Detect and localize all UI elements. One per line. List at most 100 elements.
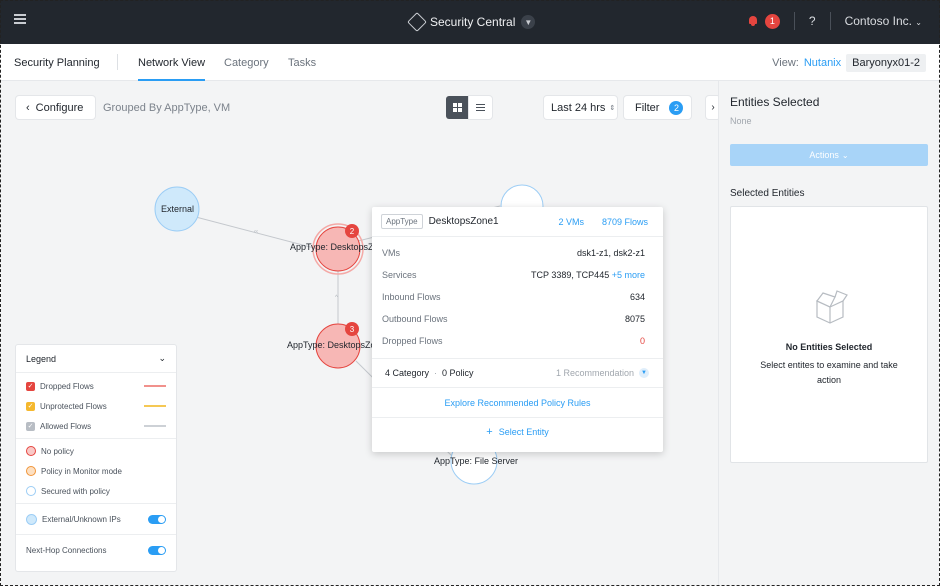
row-label: Dropped Flows: [382, 336, 443, 346]
chevron-left-icon: ‹: [26, 101, 30, 114]
legend-label: Secured with policy: [41, 486, 110, 496]
filter-label: Filter: [635, 101, 660, 114]
grouped-by-text: Grouped By AppType, VM: [103, 102, 231, 114]
legend-header[interactable]: Legend ⌄: [16, 345, 176, 373]
legend-title: Legend: [26, 353, 57, 364]
dot-separator: ·: [434, 368, 438, 378]
tab-category[interactable]: Category: [224, 57, 269, 69]
menu-icon[interactable]: [14, 14, 26, 24]
time-range-value: Last 24 hrs: [551, 101, 606, 114]
vm-count-link[interactable]: 2 VMs: [558, 217, 584, 227]
legend-label: Policy in Monitor mode: [41, 466, 122, 476]
legend-label: External/Unknown IPs: [42, 514, 121, 524]
popover-summary: 4 Category · 0 Policy 1 Recommendation ▼: [372, 358, 663, 388]
flow-count-link[interactable]: 8709 Flows: [602, 217, 648, 227]
account-menu[interactable]: Contoso Inc. ⌄: [845, 14, 922, 28]
divider: [16, 534, 176, 535]
legend-label: No policy: [41, 446, 74, 456]
chevron-down-icon: ▼: [521, 15, 536, 29]
legend-label: Allowed Flows: [40, 421, 92, 431]
list-view-button[interactable]: [469, 96, 492, 119]
divider: [793, 12, 795, 30]
row-value: 0: [639, 336, 645, 346]
popover-row-vms: VMs dsk1-z1, dsk2-z1: [372, 242, 663, 264]
checkbox-checked-icon[interactable]: ✓: [26, 381, 35, 391]
select-entity-button[interactable]: + Select Entity: [372, 417, 663, 446]
legend-item-unprotected[interactable]: ✓ Unprotected Flows: [16, 396, 176, 416]
bell-icon[interactable]: [747, 15, 759, 27]
row-value: 634: [629, 292, 645, 302]
account-name: Contoso Inc.: [844, 14, 912, 28]
actions-button[interactable]: Actions ⌄: [730, 144, 928, 166]
row-label: Inbound Flows: [382, 292, 441, 302]
view-toggle: [446, 96, 493, 119]
plus-icon: +: [486, 426, 493, 438]
explore-policy-rules-link[interactable]: Explore Recommended Policy Rules: [372, 388, 663, 417]
row-value: 8075: [624, 314, 645, 324]
nexthop-toggle[interactable]: [148, 545, 166, 555]
chevron-down-icon: ⌄: [915, 18, 922, 27]
empty-state-title: No Entities Selected: [785, 342, 873, 352]
tab-network-view[interactable]: Network View: [138, 57, 206, 81]
panel-title: Entities Selected: [730, 95, 820, 109]
row-label: VMs: [382, 248, 400, 258]
configure-button[interactable]: ‹ Configure: [16, 96, 95, 119]
node-label-desktops-zone1[interactable]: AppType: DesktopsZo: [290, 242, 372, 252]
chevron-right-icon: ›: [711, 102, 715, 113]
top-bar: Security Central ▼ 1 ? Contoso Inc. ⌄: [0, 0, 940, 44]
legend-label: Dropped Flows: [40, 381, 94, 391]
legend-circle-swatch: [26, 466, 36, 476]
node-badge-text: 2: [350, 227, 355, 236]
chevron-down-icon: ⌄: [158, 353, 166, 363]
legend-item-external: External/Unknown IPs: [16, 506, 176, 532]
filter-count-badge: 2: [669, 100, 684, 115]
more-services-link[interactable]: +5 more: [612, 270, 645, 280]
page-title: Security Planning: [14, 57, 100, 69]
edge-arrow-icon: ^: [335, 295, 338, 301]
entity-popover: AppType DesktopsZone1 2 VMs 8709 Flows V…: [372, 207, 663, 452]
popover-row-dropped: Dropped Flows 0: [372, 330, 663, 352]
select-entity-label: Select Entity: [498, 427, 549, 437]
selected-entities-header: Selected Entities: [730, 188, 805, 199]
checkbox-checked-icon[interactable]: ✓: [26, 421, 35, 431]
node-label-external[interactable]: External: [161, 204, 194, 214]
row-label: Outbound Flows: [382, 314, 448, 324]
row-label: Services: [382, 270, 417, 280]
legend-item-monitor-mode: Policy in Monitor mode: [16, 461, 176, 481]
sort-arrows-icon: ⇕: [609, 104, 616, 112]
tab-tasks[interactable]: Tasks: [288, 57, 316, 69]
node-label-desktops-zone2[interactable]: AppType: DesktopsZo: [287, 340, 372, 350]
legend-item-secured: Secured with policy: [16, 481, 176, 501]
configure-label: Configure: [35, 101, 84, 114]
cluster-chip[interactable]: Baryonyx01-2: [846, 54, 926, 72]
security-central-logo-icon: [407, 12, 427, 32]
graph-view-button[interactable]: [446, 96, 469, 119]
checkbox-checked-icon[interactable]: ✓: [26, 401, 35, 411]
notification-count-badge[interactable]: 1: [764, 13, 780, 29]
divider: [117, 54, 118, 70]
legend-panel: Legend ⌄ ✓ Dropped Flows ✓ Unprotected F…: [16, 345, 176, 571]
edge-arrow-icon: ‹‹: [254, 229, 258, 235]
view-vendor-link[interactable]: Nutanix: [804, 57, 841, 69]
help-icon[interactable]: ?: [809, 14, 816, 28]
legend-label: Unprotected Flows: [40, 401, 107, 411]
external-ips-toggle[interactable]: [148, 514, 166, 524]
legend-line-swatch: [144, 405, 166, 407]
divider: [16, 438, 176, 439]
entity-name: DesktopsZone1: [428, 216, 499, 227]
entity-type-tag: AppType: [381, 214, 423, 229]
network-canvas[interactable]: ‹‹ ^ 2 3 External AppType: DesktopsZo Ap…: [0, 81, 720, 586]
node-badge-text: 3: [350, 325, 355, 334]
filter-button[interactable]: Filter 2: [624, 96, 691, 119]
chevron-down-icon[interactable]: ▼: [639, 368, 649, 378]
popover-row-services: Services TCP 3389, TCP445 +5 more: [372, 264, 663, 286]
legend-line-swatch: [144, 385, 166, 387]
legend-label: Next-Hop Connections: [26, 545, 107, 555]
legend-item-allowed[interactable]: ✓ Allowed Flows: [16, 416, 176, 436]
recommendation-count: 1 Recommendation: [555, 368, 634, 378]
time-range-select[interactable]: Last 24 hrs ⇕: [544, 96, 617, 119]
app-switcher[interactable]: Security Central ▼: [407, 12, 536, 32]
node-label-file-server[interactable]: AppType: File Server: [434, 456, 518, 466]
legend-item-dropped[interactable]: ✓ Dropped Flows: [16, 376, 176, 396]
legend-item-no-policy: No policy: [16, 441, 176, 461]
